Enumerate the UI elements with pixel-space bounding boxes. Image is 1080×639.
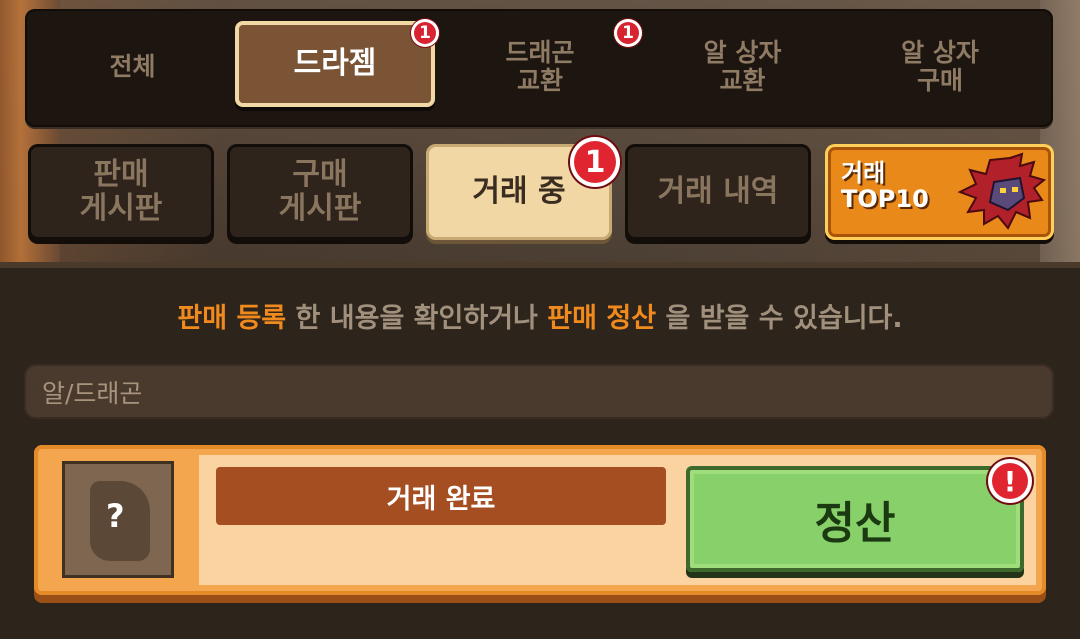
- tab-all[interactable]: 전체: [55, 21, 210, 113]
- trade-top10-button[interactable]: 거래 TOP10: [825, 144, 1054, 240]
- trading-badge: 1: [570, 137, 620, 187]
- settle-alert-badge: !: [988, 459, 1032, 503]
- info-text: 판매 등록 한 내용을 확인하거나 판매 정산 을 받을 수 있습니다.: [0, 296, 1080, 335]
- buy-board-button[interactable]: 구매 게시판: [227, 144, 413, 240]
- trade-top10-label: 거래 TOP10: [841, 159, 929, 213]
- tab-dragon-exchange-badge: 1: [614, 19, 642, 47]
- tab-dragon-exchange[interactable]: 드래곤 교환: [455, 21, 625, 113]
- trade-history-button[interactable]: 거래 내역: [625, 144, 811, 240]
- trade-status-label: 거래 완료: [216, 467, 666, 525]
- item-thumbnail[interactable]: ?: [62, 461, 174, 578]
- search-input[interactable]: 알/드래곤: [24, 364, 1054, 419]
- info-text-end: 을 받을 수 있습니다.: [656, 303, 903, 334]
- tab-drajem[interactable]: 드라젬: [235, 21, 435, 107]
- settle-button[interactable]: 정산: [686, 466, 1024, 572]
- info-sell-settle: 판매 정산: [547, 303, 657, 334]
- category-tab-bar: 전체 드라젬 드래곤 교환 알 상자 교환 알 상자 구매: [25, 9, 1053, 127]
- unknown-item-mark: ?: [106, 497, 125, 535]
- tab-egg-box-exchange[interactable]: 알 상자 교환: [655, 21, 830, 113]
- dragon-icon: [957, 152, 1047, 230]
- sell-board-button[interactable]: 판매 게시판: [28, 144, 214, 240]
- info-sell-register: 판매 등록: [177, 303, 287, 334]
- info-text-middle: 한 내용을 확인하거나: [286, 303, 548, 334]
- tab-drajem-badge: 1: [411, 19, 439, 47]
- tab-egg-box-purchase[interactable]: 알 상자 구매: [850, 21, 1030, 113]
